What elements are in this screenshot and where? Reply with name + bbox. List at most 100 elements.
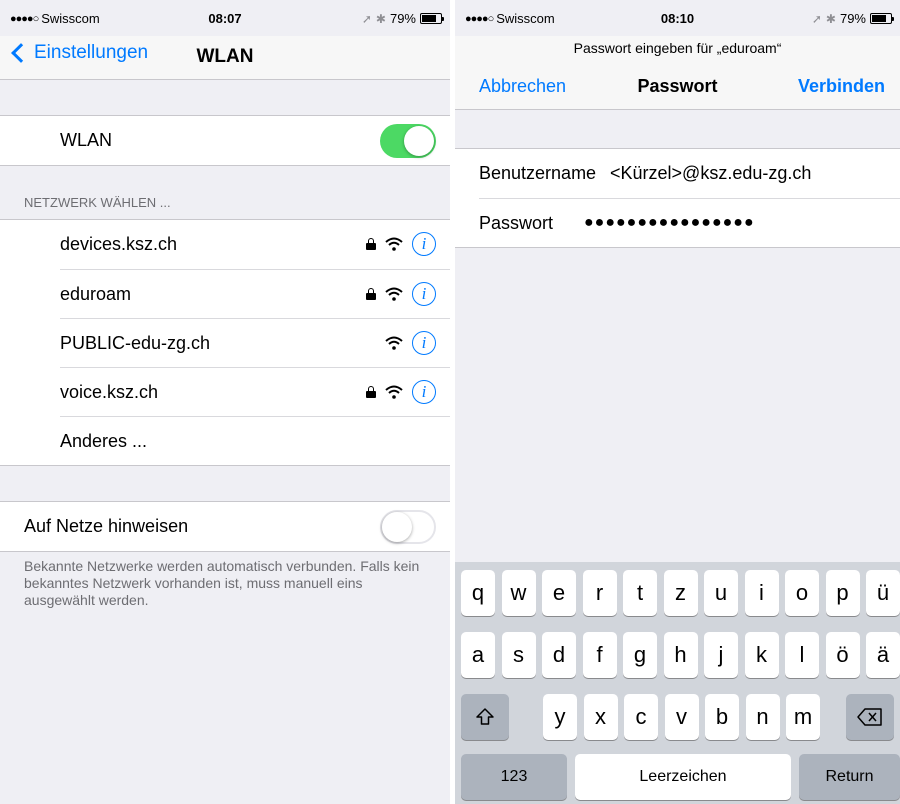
username-row[interactable]: Benutzername <Kürzel>@ksz.edu-zg.ch <box>455 149 900 198</box>
lock-icon <box>366 238 376 250</box>
key-r[interactable]: r <box>582 570 617 616</box>
wifi-icon <box>385 385 403 399</box>
status-right: ➚ ✱ 79% <box>362 11 444 26</box>
key-ö[interactable]: ö <box>825 632 860 678</box>
toggle-knob <box>404 126 434 156</box>
key-b[interactable]: b <box>705 694 739 740</box>
wifi-icon <box>385 287 403 301</box>
page-title: WLAN <box>196 46 254 67</box>
other-network-label: Anderes ... <box>60 430 148 451</box>
keyboard: qwertzuiopü asdfghjklöä yxcvbnm 123 Leer… <box>455 562 900 804</box>
toggle-knob <box>382 512 412 542</box>
status-right: ➚ ✱ 79% <box>811 11 894 26</box>
info-icon[interactable]: i <box>412 331 436 355</box>
wifi-icon <box>385 336 403 350</box>
key-l[interactable]: l <box>785 632 819 678</box>
key-e[interactable]: e <box>542 570 576 616</box>
key-w[interactable]: w <box>501 570 536 616</box>
ask-to-join-toggle[interactable] <box>380 510 436 544</box>
key-m[interactable]: m <box>786 694 820 740</box>
network-icons: i <box>366 232 436 256</box>
networks-section-header: NETZWERK WÄHLEN ... <box>24 195 171 210</box>
bluetooth-icon: ✱ <box>375 11 386 26</box>
wlan-settings-screen: ●●●●○ Swisscom 08:07 ➚ ✱ 79% Einstellung… <box>0 0 450 804</box>
ask-to-join-group: Auf Netze hinweisen <box>0 501 450 552</box>
key-s[interactable]: s <box>501 632 536 678</box>
network-row-public[interactable]: PUBLIC-edu-zg.ch i <box>60 318 450 367</box>
key-z[interactable]: z <box>663 570 698 616</box>
network-icons: i <box>385 331 436 355</box>
network-icons: i <box>366 380 436 404</box>
lock-icon <box>366 386 376 398</box>
networks-list: devices.ksz.ch i eduroam i PUBLIC-edu-zg… <box>0 219 450 466</box>
key-f[interactable]: f <box>582 632 617 678</box>
key-ü[interactable]: ü <box>866 570 900 616</box>
navigation-bar: Passwort eingeben für „eduroam“ Abbreche… <box>455 36 900 110</box>
key-p[interactable]: p <box>825 570 860 616</box>
battery-fill <box>872 15 887 22</box>
network-icons: i <box>366 282 436 306</box>
key-o[interactable]: o <box>785 570 819 616</box>
info-icon[interactable]: i <box>412 282 436 306</box>
network-row-eduroam[interactable]: eduroam i <box>60 269 450 318</box>
wlan-label: WLAN <box>60 130 113 150</box>
key-x[interactable]: x <box>583 694 618 740</box>
battery-fill <box>422 15 437 22</box>
network-row-devices[interactable]: devices.ksz.ch i <box>0 220 450 269</box>
location-icon: ➚ <box>811 11 822 26</box>
space-key[interactable]: Leerzeichen <box>575 754 791 800</box>
password-label: Passwort <box>479 212 554 233</box>
key-q[interactable]: q <box>461 570 495 616</box>
key-i[interactable]: i <box>744 570 779 616</box>
key-a[interactable]: a <box>461 632 495 678</box>
key-g[interactable]: g <box>623 632 657 678</box>
key-v[interactable]: v <box>664 694 699 740</box>
wlan-toggle[interactable] <box>380 124 436 158</box>
info-icon[interactable]: i <box>412 380 436 404</box>
wifi-icon <box>385 237 403 251</box>
ask-to-join-label: Auf Netze hinweisen <box>24 516 189 536</box>
username-label: Benutzername <box>479 163 597 183</box>
keyboard-row-2: asdfghjklöä <box>455 632 900 678</box>
network-row-other[interactable]: Anderes ... <box>60 416 450 465</box>
battery-icon <box>420 13 444 24</box>
network-row-voice[interactable]: voice.ksz.ch i <box>60 367 450 416</box>
username-field[interactable]: <Kürzel>@ksz.edu-zg.ch <box>610 163 900 184</box>
key-t[interactable]: t <box>623 570 657 616</box>
navigation-bar: Einstellungen WLAN <box>0 36 450 80</box>
key-u[interactable]: u <box>704 570 738 616</box>
info-icon[interactable]: i <box>412 232 436 256</box>
keyboard-row-3: yxcvbnm <box>455 694 900 740</box>
lock-icon <box>366 288 376 300</box>
status-bar: ●●●●○ Swisscom 08:07 ➚ ✱ 79% <box>0 0 450 36</box>
shift-key[interactable] <box>461 694 509 740</box>
bluetooth-icon: ✱ <box>825 11 836 26</box>
network-name: PUBLIC-edu-zg.ch <box>60 332 211 353</box>
key-h[interactable]: h <box>663 632 698 678</box>
keyboard-row-1: qwertzuiopü <box>455 570 900 616</box>
key-n[interactable]: n <box>745 694 780 740</box>
key-k[interactable]: k <box>744 632 779 678</box>
key-c[interactable]: c <box>624 694 658 740</box>
shift-icon <box>476 708 494 725</box>
battery-icon <box>870 13 894 24</box>
key-ä[interactable]: ä <box>866 632 900 678</box>
battery-percent: 79% <box>389 11 416 26</box>
password-row[interactable]: Passwort ●●●●●●●●●●●●●●●● <box>479 198 900 247</box>
network-name: devices.ksz.ch <box>60 234 178 254</box>
password-field[interactable]: ●●●●●●●●●●●●●●●● <box>584 214 900 232</box>
numbers-key[interactable]: 123 <box>461 754 567 800</box>
backspace-key[interactable] <box>846 694 894 740</box>
credentials-form: Benutzername <Kürzel>@ksz.edu-zg.ch Pass… <box>455 148 900 248</box>
wlan-row: WLAN <box>0 116 450 165</box>
key-j[interactable]: j <box>704 632 738 678</box>
ask-to-join-row: Auf Netze hinweisen <box>0 502 450 551</box>
backspace-icon <box>857 708 882 726</box>
key-d[interactable]: d <box>542 632 576 678</box>
key-y[interactable]: y <box>543 694 577 740</box>
return-key[interactable]: Return <box>799 754 900 800</box>
wlan-group: WLAN <box>0 115 450 166</box>
password-prompt: Passwort eingeben für „eduroam“ <box>573 40 782 56</box>
password-entry-screen: ●●●●○ Swisscom 08:10 ➚ ✱ 79% Passwort ei… <box>455 0 900 804</box>
connect-button[interactable]: Verbinden <box>798 76 885 97</box>
